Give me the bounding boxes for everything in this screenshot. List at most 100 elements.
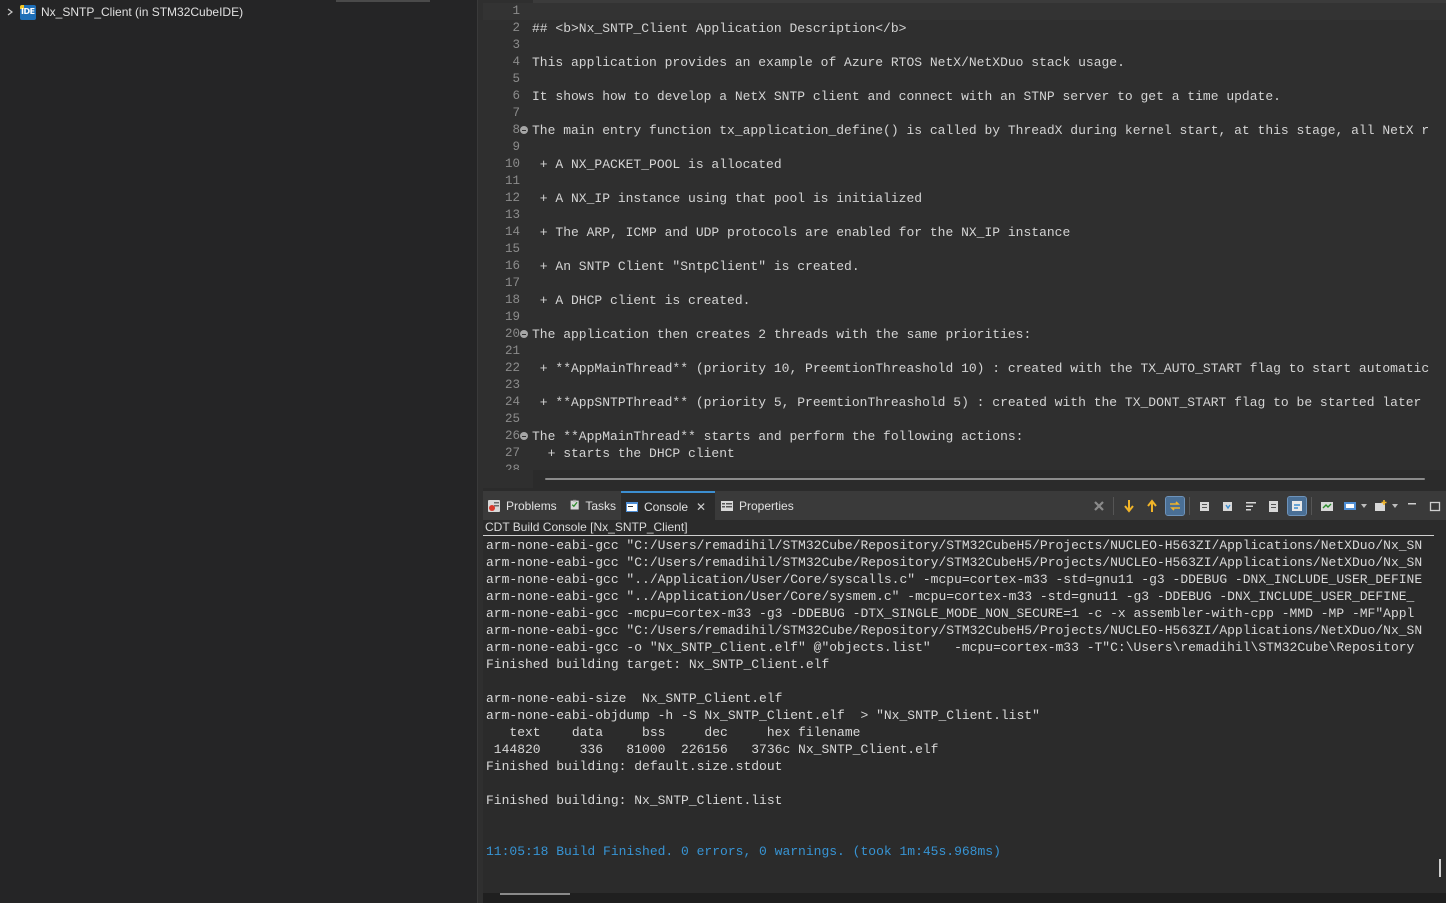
editor-line[interactable]: 19 — [483, 309, 1446, 326]
right-panel: 1 2 ## <b>Nx_SNTP_Client Application Descr… — [483, 0, 1446, 903]
text-editor[interactable]: 1 2 ## <b>Nx_SNTP_Client Application Descr… — [483, 0, 1446, 488]
open-console-icon[interactable] — [1372, 497, 1390, 515]
scrollbar-thumb[interactable] — [500, 893, 570, 895]
line-number: 2 — [512, 21, 520, 35]
line-number: 1 — [512, 4, 520, 18]
editor-line[interactable]: 4 This application provides an example of… — [483, 54, 1446, 71]
editor-line[interactable]: 24 + **AppSNTPThread** (priority 5, Pree… — [483, 394, 1446, 411]
scrollbar-thumb[interactable] — [545, 478, 1425, 480]
line-number: 3 — [512, 38, 520, 52]
tab-tasks[interactable]: Tasks — [565, 491, 620, 520]
line-text: + **AppMainThread** (priority 10, Preemt… — [532, 361, 1430, 376]
fold-collapse-icon[interactable] — [520, 432, 528, 440]
editor-line[interactable]: 7 — [483, 105, 1446, 122]
console-vertical-scrollbar[interactable] — [1434, 537, 1446, 893]
pin-console-icon[interactable] — [1318, 497, 1336, 515]
editor-line[interactable]: 17 — [483, 275, 1446, 292]
link-with-editor-icon[interactable] — [1164, 495, 1185, 516]
console-line: arm-none-eabi-gcc -o "Nx_SNTP_Client.elf… — [486, 640, 1415, 655]
editor-line[interactable]: 21 — [483, 343, 1446, 360]
tab-problems[interactable]: Problems — [483, 491, 565, 520]
editor-line[interactable]: 26 The **AppMainThread** starts and perfo… — [483, 428, 1446, 445]
line-number: 5 — [512, 72, 520, 86]
editor-line[interactable]: 23 — [483, 377, 1446, 394]
console-horizontal-scrollbar[interactable] — [483, 893, 1446, 903]
toolbar-separator — [1113, 496, 1114, 515]
tab-label: Properties — [739, 498, 794, 513]
scroll-lock-icon[interactable] — [1219, 497, 1237, 515]
editor-line[interactable]: 5 — [483, 71, 1446, 88]
line-number: 19 — [504, 310, 520, 324]
scrollbar-thumb[interactable] — [1439, 859, 1441, 877]
editor-content[interactable]: 1 2 ## <b>Nx_SNTP_Client Application Descr… — [483, 3, 1446, 470]
editor-line[interactable]: 8 The main entry function tx_application_… — [483, 122, 1446, 139]
ide-project-icon: IDE — [20, 4, 36, 20]
arrow-up-icon[interactable] — [1143, 497, 1161, 515]
editor-line[interactable]: 25 — [483, 411, 1446, 428]
project-tree-item[interactable]: IDE Nx_SNTP_Client (in STM32CubeIDE) — [4, 3, 243, 21]
show-console-icon[interactable] — [1265, 497, 1283, 515]
chevron-down-icon[interactable] — [1392, 497, 1398, 515]
console-line: Finished building: default.size.stdout — [486, 759, 783, 774]
editor-line[interactable]: 28 — [483, 462, 1446, 470]
display-console-icon[interactable] — [1341, 497, 1359, 515]
fold-collapse-icon[interactable] — [520, 126, 528, 134]
console-divider — [483, 535, 1434, 536]
console-line: arm-none-eabi-size Nx_SNTP_Client.elf — [486, 691, 783, 706]
console-line: arm-none-eabi-gcc "../Application/User/C… — [486, 589, 1415, 604]
editor-line[interactable]: 11 — [483, 173, 1446, 190]
console-line: arm-none-eabi-gcc -mcpu=cortex-m33 -g3 -… — [486, 606, 1415, 621]
line-number: 6 — [512, 89, 520, 103]
editor-line[interactable]: 10 + A NX_PACKET_POOL is allocated — [483, 156, 1446, 173]
console-line: arm-none-eabi-gcc "C:/Users/remadihil/ST… — [486, 538, 1423, 553]
chevron-right-icon[interactable] — [4, 4, 16, 20]
console-view: Problems Tasks Console ✕ Properties CDT … — [483, 491, 1446, 903]
line-number: 23 — [504, 378, 520, 392]
editor-line[interactable]: 12 + A NX_IP instance using that pool is… — [483, 190, 1446, 207]
clear-console-icon[interactable] — [1286, 495, 1307, 516]
console-line: arm-none-eabi-objdump -h -S Nx_SNTP_Clie… — [486, 708, 1040, 723]
editor-line[interactable]: 15 — [483, 241, 1446, 258]
editor-line[interactable]: 18 + A DHCP client is created. — [483, 292, 1446, 309]
editor-horizontal-scrollbar[interactable] — [533, 470, 1446, 488]
editor-line[interactable]: 3 — [483, 37, 1446, 54]
tab-console[interactable]: Console ✕ — [621, 491, 715, 520]
fold-collapse-icon[interactable] — [520, 330, 528, 338]
line-text: The main entry function tx_application_d… — [532, 123, 1430, 138]
editor-line[interactable]: 27 + starts the DHCP client — [483, 445, 1446, 462]
editor-line[interactable]: 14 + The ARP, ICMP and UDP protocols are… — [483, 224, 1446, 241]
editor-line[interactable]: 22 + **AppMainThread** (priority 10, Pre… — [483, 360, 1446, 377]
close-icon[interactable]: ✕ — [696, 500, 706, 514]
editor-line[interactable]: 9 — [483, 139, 1446, 156]
console-line: Finished building: Nx_SNTP_Client.list — [486, 793, 783, 808]
line-text: + An SNTP Client "SntpClient" is created… — [532, 259, 860, 274]
console-line: arm-none-eabi-gcc "C:/Users/remadihil/ST… — [486, 623, 1423, 638]
editor-line[interactable]: 20 The application then creates 2 threads… — [483, 326, 1446, 343]
editor-line[interactable]: 2 ## <b>Nx_SNTP_Client Application Descri… — [483, 20, 1446, 37]
maximize-icon[interactable] — [1426, 497, 1444, 515]
line-number: 25 — [504, 412, 520, 426]
line-number: 11 — [504, 174, 520, 188]
tasks-icon — [569, 499, 580, 513]
terminate-icon[interactable] — [1090, 497, 1108, 515]
toolbar-separator — [1189, 496, 1190, 515]
minimize-icon[interactable] — [1403, 497, 1421, 515]
line-text: + A DHCP client is created. — [532, 293, 751, 308]
line-number: 22 — [504, 361, 520, 375]
line-number: 24 — [504, 395, 520, 409]
console-output[interactable]: arm-none-eabi-gcc "C:/Users/remadihil/ST… — [483, 537, 1434, 893]
arrow-down-icon[interactable] — [1120, 497, 1138, 515]
copy-build-log-icon[interactable] — [1196, 497, 1214, 515]
tab-properties[interactable]: Properties — [716, 491, 804, 520]
explorer-scroll-indicator — [336, 0, 430, 2]
editor-line[interactable]: 13 — [483, 207, 1446, 224]
editor-line[interactable]: 16 + An SNTP Client "SntpClient" is crea… — [483, 258, 1446, 275]
chevron-down-icon[interactable] — [1361, 497, 1367, 515]
word-wrap-icon[interactable] — [1242, 497, 1260, 515]
editor-line[interactable]: 6 It shows how to develop a NetX SNTP cli… — [483, 88, 1446, 105]
editor-line[interactable]: 1 — [483, 3, 1446, 20]
line-number: 21 — [504, 344, 520, 358]
